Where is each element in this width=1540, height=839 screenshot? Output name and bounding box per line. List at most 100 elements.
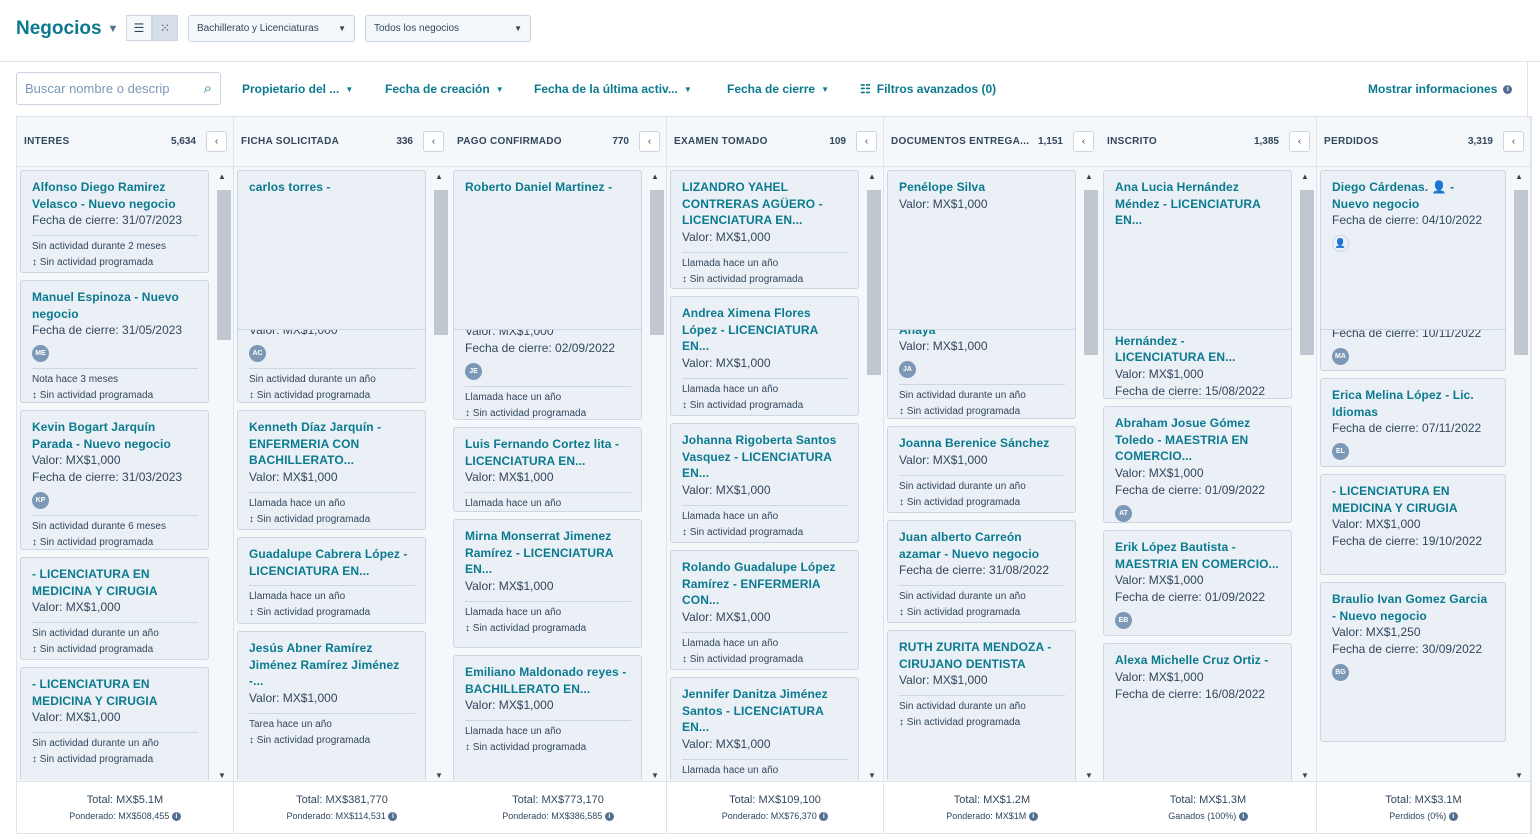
owner-avatar[interactable]: EB xyxy=(1115,612,1132,629)
owner-avatar[interactable]: EL xyxy=(1332,443,1349,460)
scroll-down-icon[interactable]: ▼ xyxy=(218,771,226,780)
deal-name-link[interactable]: Penélope Silva xyxy=(899,179,1065,196)
scroll-down-icon[interactable]: ▼ xyxy=(651,771,659,780)
list-view-icon[interactable]: ☰ xyxy=(126,15,152,41)
column-scrollbar[interactable]: ▲ ▼ xyxy=(432,170,448,782)
deal-name-link[interactable]: Joanna Berenice Sánchez xyxy=(899,435,1065,452)
deal-card[interactable]: Mirna Monserrat Jimenez Ramírez - LICENCI… xyxy=(453,519,642,648)
search-icon[interactable]: ⌕ xyxy=(204,80,212,97)
scroll-up-icon[interactable]: ▲ xyxy=(868,172,876,181)
column-scrollbar[interactable]: ▲ ▼ xyxy=(648,170,664,782)
owner-avatar[interactable]: AC xyxy=(249,344,266,362)
scroll-up-icon[interactable]: ▲ xyxy=(218,172,226,181)
collapse-column-button[interactable]: ‹ xyxy=(423,131,444,152)
scroll-down-icon[interactable]: ▼ xyxy=(1301,771,1309,780)
deal-name-link[interactable]: Abraham Josue Gómez Toledo - MAESTRIA EN C… xyxy=(1115,415,1281,465)
scrollbar-thumb[interactable] xyxy=(867,190,881,375)
deal-card[interactable]: Johanna Rigoberta Santos Vasquez - LICENC… xyxy=(670,423,859,543)
deal-name-link[interactable]: Kenneth Díaz Jarquín - ENFERMERIA CON BACH… xyxy=(249,419,415,469)
deal-card[interactable]: Diego Cárdenas. 👤 - Nuevo negocio Fecha de… xyxy=(1320,170,1506,330)
deal-name-link[interactable]: Mirna Monserrat Jimenez Ramírez - LICENCI… xyxy=(465,528,631,578)
scroll-down-icon[interactable]: ▼ xyxy=(868,771,876,780)
deal-card[interactable]: Manuel Espinoza - Nuevo negocio Fecha de c… xyxy=(20,280,209,403)
scrollbar-thumb[interactable] xyxy=(1084,190,1098,355)
deal-name-link[interactable]: RUTH ZURITA MENDOZA - CIRUJANO DENTISTA xyxy=(899,639,1065,672)
deal-name-link[interactable]: LIZANDRO YAHEL CONTRERAS AGÜERO - LICENCIA… xyxy=(682,179,848,229)
deal-name-link[interactable]: - LICENCIATURA EN MEDICINA Y CIRUGIA xyxy=(32,676,198,709)
deal-card[interactable]: Ana Lucia Hernández Méndez - LICENCIATURA… xyxy=(1103,170,1292,330)
deal-name-link[interactable]: Alfonso Diego Ramirez Velasco - Nuevo neg… xyxy=(32,179,198,212)
owner-avatar[interactable]: JA xyxy=(899,361,916,378)
deal-card[interactable]: Jennifer Danitza Jiménez Santos - LICENCI… xyxy=(670,677,859,780)
deal-name-link[interactable]: - LICENCIATURA EN MEDICINA Y CIRUGIA xyxy=(32,566,198,599)
scrollbar-thumb[interactable] xyxy=(217,190,231,340)
board-view-icon[interactable]: ⁙ xyxy=(152,15,178,41)
owner-avatar[interactable]: 👤 xyxy=(1332,235,1349,252)
owner-avatar[interactable]: AT xyxy=(1115,504,1132,522)
deals-view-select[interactable]: Todos los negocios ▼ xyxy=(365,15,531,42)
scroll-down-icon[interactable]: ▼ xyxy=(1515,771,1523,780)
deal-card[interactable]: Jesús Abner Ramírez Jiménez Ramírez Jimén… xyxy=(237,631,426,780)
owner-avatar[interactable]: ME xyxy=(32,345,49,362)
deal-card[interactable]: - LICENCIATURA EN MEDICINA Y CIRUGIA Valor… xyxy=(20,557,209,660)
deal-name-link[interactable]: Alexa Michelle Cruz Ortiz - xyxy=(1115,652,1281,669)
collapse-column-button[interactable]: ‹ xyxy=(639,131,660,152)
scrollbar-thumb[interactable] xyxy=(1300,190,1314,355)
deal-card[interactable]: Roberto Daniel Martinez - xyxy=(453,170,642,330)
deal-name-link[interactable]: Diego Cárdenas. 👤 - Nuevo negocio xyxy=(1332,179,1495,212)
deal-name-link[interactable]: Braulio Ivan Gomez Garcia - Nuevo negocio xyxy=(1332,591,1495,624)
deal-name-link[interactable]: Erik López Bautista - MAESTRIA EN COMERCI… xyxy=(1115,539,1281,572)
scroll-down-icon[interactable]: ▼ xyxy=(1085,771,1093,780)
deal-card[interactable]: RUTH ZURITA MENDOZA - CIRUJANO DENTISTA Va… xyxy=(887,630,1076,780)
deal-name-link[interactable]: Guadalupe Cabrera López - LICENCIATURA EN… xyxy=(249,546,415,579)
deal-name-link[interactable]: Luis Fernando Cortez lita - LICENCIATURA … xyxy=(465,436,631,469)
close-date-filter[interactable]: Fecha de cierre ▼ xyxy=(727,82,829,96)
search-input[interactable]: Buscar nombre o descrip ⌕ xyxy=(16,72,221,105)
deal-card[interactable]: Emiliano Maldonado reyes - BACHILLERATO E… xyxy=(453,655,642,780)
deal-card[interactable]: Andrea Ximena Flores López - LICENCIATURA… xyxy=(670,296,859,416)
deal-card[interactable]: Alfonso Diego Ramirez Velasco - Nuevo neg… xyxy=(20,170,209,273)
scroll-up-icon[interactable]: ▲ xyxy=(1515,172,1523,181)
advanced-filters-button[interactable]: ☷ Filtros avanzados (0) xyxy=(860,82,996,96)
column-scrollbar[interactable]: ▲ ▼ xyxy=(1082,170,1098,782)
collapse-column-button[interactable]: ‹ xyxy=(206,131,227,152)
deal-card[interactable]: Penélope Silva Valor: MX$1,000 xyxy=(887,170,1076,330)
owner-avatar[interactable]: KP xyxy=(32,492,49,509)
deal-name-link[interactable]: Manuel Espinoza - Nuevo negocio xyxy=(32,289,198,322)
deal-card[interactable]: Abraham Josue Gómez Toledo - MAESTRIA EN C… xyxy=(1103,406,1292,523)
collapse-column-button[interactable]: ‹ xyxy=(1073,131,1094,152)
deal-card[interactable]: Joanna Berenice Sánchez Valor: MX$1,000 Si… xyxy=(887,426,1076,513)
scroll-up-icon[interactable]: ▲ xyxy=(435,172,443,181)
deal-name-link[interactable]: Rolando Guadalupe López Ramírez - ENFERME… xyxy=(682,559,848,609)
deal-card[interactable]: Kenneth Díaz Jarquín - ENFERMERIA CON BACH… xyxy=(237,410,426,530)
deal-card[interactable]: Luis Fernando Cortez lita - LICENCIATURA … xyxy=(453,427,642,512)
scrollbar-thumb[interactable] xyxy=(1514,190,1528,355)
deal-name-link[interactable]: Emiliano Maldonado reyes - BACHILLERATO E… xyxy=(465,664,631,697)
deal-card[interactable]: Kevin Bogart Jarquín Parada - Nuevo negoc… xyxy=(20,410,209,550)
deal-name-link[interactable]: Kevin Bogart Jarquín Parada - Nuevo negoc… xyxy=(32,419,198,452)
deal-card[interactable]: - LICENCIATURA EN MEDICINA Y CIRUGIA Valor… xyxy=(20,667,209,780)
deal-name-link[interactable]: Erica Melina López - Lic. Idiomas xyxy=(1332,387,1495,420)
column-scrollbar[interactable]: ▲ ▼ xyxy=(1298,170,1314,782)
last-activity-filter[interactable]: Fecha de la última activ... ▼ xyxy=(534,82,692,96)
deal-card[interactable]: Alexa Michelle Cruz Ortiz - Valor: MX$1,0… xyxy=(1103,643,1292,780)
deal-name-link[interactable]: Roberto Daniel Martinez - xyxy=(465,179,631,196)
object-title-dropdown[interactable]: Negocios ▼ xyxy=(16,18,118,40)
owner-avatar[interactable]: JE xyxy=(465,362,482,380)
deal-name-link[interactable]: - LICENCIATURA EN MEDICINA Y CIRUGIA xyxy=(1332,483,1495,516)
deal-name-link[interactable]: Jennifer Danitza Jiménez Santos - LICENCI… xyxy=(682,686,848,736)
deal-name-link[interactable]: Ana Lucia Hernández Méndez - LICENCIATURA… xyxy=(1115,179,1281,229)
pipeline-select[interactable]: Bachillerato y Licenciaturas ▼ xyxy=(188,15,355,42)
deal-card[interactable]: Guadalupe Cabrera López - LICENCIATURA EN… xyxy=(237,537,426,624)
column-scrollbar[interactable]: ▲ ▼ xyxy=(215,170,231,782)
deal-card[interactable]: Erik López Bautista - MAESTRIA EN COMERCI… xyxy=(1103,530,1292,636)
scroll-down-icon[interactable]: ▼ xyxy=(435,771,443,780)
owner-avatar[interactable]: BG xyxy=(1332,664,1349,681)
column-scrollbar[interactable]: ▲ ▼ xyxy=(865,170,881,782)
deal-card[interactable]: Braulio Ivan Gomez Garcia - Nuevo negocio… xyxy=(1320,582,1506,742)
scroll-up-icon[interactable]: ▲ xyxy=(651,172,659,181)
collapse-column-button[interactable]: ‹ xyxy=(1503,131,1524,152)
owner-filter[interactable]: Propietario del ... ▼ xyxy=(242,82,353,96)
deal-card[interactable]: carlos torres - xyxy=(237,170,426,330)
scrollbar-thumb[interactable] xyxy=(434,190,448,335)
